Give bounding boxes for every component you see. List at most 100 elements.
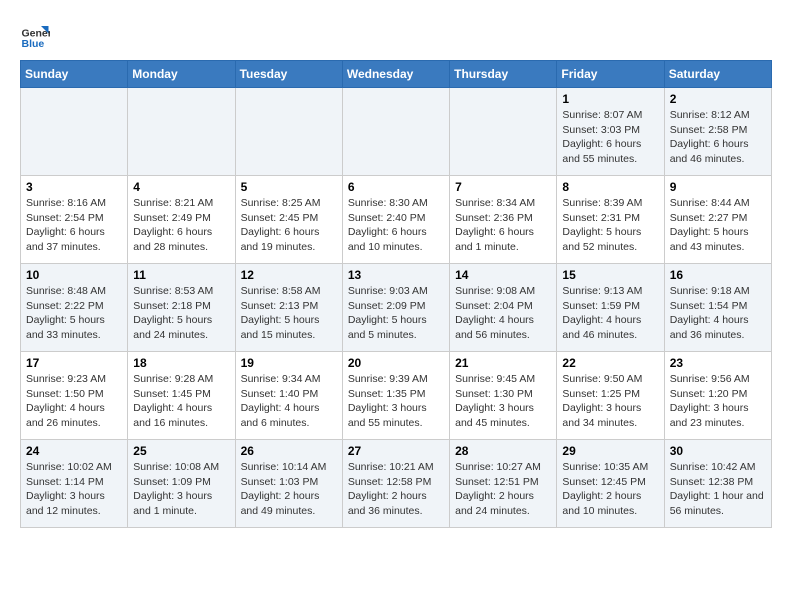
day-number: 13 bbox=[348, 268, 444, 282]
day-number: 8 bbox=[562, 180, 658, 194]
weekday-header: Thursday bbox=[450, 61, 557, 88]
weekday-header: Friday bbox=[557, 61, 664, 88]
calendar-cell: 6Sunrise: 8:30 AM Sunset: 2:40 PM Daylig… bbox=[342, 176, 449, 264]
calendar-cell: 24 Sunrise: 10:02 AM Sunset: 1:14 PM Dayl… bbox=[21, 440, 128, 528]
calendar-cell: 2 Sunrise: 8:12 AM Sunset: 2:58 PM Daylig… bbox=[664, 88, 771, 176]
calendar-cell: 21Sunrise: 9:45 AM Sunset: 1:30 PM Dayli… bbox=[450, 352, 557, 440]
day-info: Sunrise: 8:12 AM Sunset: 2:58 PM Dayligh… bbox=[670, 108, 766, 167]
calendar-cell: 8Sunrise: 8:39 AM Sunset: 2:31 PM Daylig… bbox=[557, 176, 664, 264]
day-number: 23 bbox=[670, 356, 766, 370]
logo: General Blue bbox=[20, 20, 50, 50]
day-info: Sunrise: 8:16 AM Sunset: 2:54 PM Dayligh… bbox=[26, 196, 122, 255]
day-info: Sunrise: 8:44 AM Sunset: 2:27 PM Dayligh… bbox=[670, 196, 766, 255]
calendar-cell bbox=[342, 88, 449, 176]
day-info: Sunrise: 9:23 AM Sunset: 1:50 PM Dayligh… bbox=[26, 372, 122, 431]
day-info: Sunrise: 10:02 AM Sunset: 1:14 PM Daylig… bbox=[26, 460, 122, 519]
day-info: Sunrise: 9:56 AM Sunset: 1:20 PM Dayligh… bbox=[670, 372, 766, 431]
day-number: 5 bbox=[241, 180, 337, 194]
day-info: Sunrise: 10:27 AM Sunset: 12:51 PM Dayli… bbox=[455, 460, 551, 519]
day-number: 26 bbox=[241, 444, 337, 458]
calendar-cell: 25Sunrise: 10:08 AM Sunset: 1:09 PM Dayl… bbox=[128, 440, 235, 528]
calendar-header: SundayMondayTuesdayWednesdayThursdayFrid… bbox=[21, 61, 772, 88]
day-info: Sunrise: 9:50 AM Sunset: 1:25 PM Dayligh… bbox=[562, 372, 658, 431]
calendar-week-row: 17 Sunrise: 9:23 AM Sunset: 1:50 PM Dayli… bbox=[21, 352, 772, 440]
calendar-week-row: 24 Sunrise: 10:02 AM Sunset: 1:14 PM Dayl… bbox=[21, 440, 772, 528]
page-header: General Blue bbox=[20, 20, 772, 50]
calendar-cell: 26 Sunrise: 10:14 AM Sunset: 1:03 PM Dayl… bbox=[235, 440, 342, 528]
day-info: Sunrise: 8:07 AM Sunset: 3:03 PM Dayligh… bbox=[562, 108, 658, 167]
calendar-cell: 15Sunrise: 9:13 AM Sunset: 1:59 PM Dayli… bbox=[557, 264, 664, 352]
day-info: Sunrise: 10:21 AM Sunset: 12:58 PM Dayli… bbox=[348, 460, 444, 519]
calendar-cell: 20Sunrise: 9:39 AM Sunset: 1:35 PM Dayli… bbox=[342, 352, 449, 440]
day-info: Sunrise: 10:35 AM Sunset: 12:45 PM Dayli… bbox=[562, 460, 658, 519]
day-number: 28 bbox=[455, 444, 551, 458]
calendar-body: 1 Sunrise: 8:07 AM Sunset: 3:03 PM Daylig… bbox=[21, 88, 772, 528]
day-number: 4 bbox=[133, 180, 229, 194]
calendar-week-row: 10Sunrise: 8:48 AM Sunset: 2:22 PM Dayli… bbox=[21, 264, 772, 352]
day-number: 25 bbox=[133, 444, 229, 458]
weekday-header: Sunday bbox=[21, 61, 128, 88]
calendar-cell: 23 Sunrise: 9:56 AM Sunset: 1:20 PM Dayli… bbox=[664, 352, 771, 440]
day-number: 29 bbox=[562, 444, 658, 458]
calendar-cell: 7 Sunrise: 8:34 AM Sunset: 2:36 PM Daylig… bbox=[450, 176, 557, 264]
calendar-cell: 29 Sunrise: 10:35 AM Sunset: 12:45 PM Day… bbox=[557, 440, 664, 528]
calendar-cell: 1 Sunrise: 8:07 AM Sunset: 3:03 PM Daylig… bbox=[557, 88, 664, 176]
weekday-header: Wednesday bbox=[342, 61, 449, 88]
day-info: Sunrise: 9:13 AM Sunset: 1:59 PM Dayligh… bbox=[562, 284, 658, 343]
day-number: 9 bbox=[670, 180, 766, 194]
day-number: 14 bbox=[455, 268, 551, 282]
day-info: Sunrise: 10:42 AM Sunset: 12:38 PM Dayli… bbox=[670, 460, 766, 519]
day-number: 19 bbox=[241, 356, 337, 370]
calendar-cell: 4 Sunrise: 8:21 AM Sunset: 2:49 PM Daylig… bbox=[128, 176, 235, 264]
calendar-cell: 5 Sunrise: 8:25 AM Sunset: 2:45 PM Daylig… bbox=[235, 176, 342, 264]
day-number: 22 bbox=[562, 356, 658, 370]
calendar-cell bbox=[450, 88, 557, 176]
calendar-week-row: 3 Sunrise: 8:16 AM Sunset: 2:54 PM Daylig… bbox=[21, 176, 772, 264]
day-info: Sunrise: 8:53 AM Sunset: 2:18 PM Dayligh… bbox=[133, 284, 229, 343]
calendar-cell: 16Sunrise: 9:18 AM Sunset: 1:54 PM Dayli… bbox=[664, 264, 771, 352]
calendar-cell: 19 Sunrise: 9:34 AM Sunset: 1:40 PM Dayli… bbox=[235, 352, 342, 440]
calendar-table: SundayMondayTuesdayWednesdayThursdayFrid… bbox=[20, 60, 772, 528]
calendar-cell: 18 Sunrise: 9:28 AM Sunset: 1:45 PM Dayli… bbox=[128, 352, 235, 440]
logo-icon: General Blue bbox=[20, 20, 50, 50]
calendar-cell bbox=[235, 88, 342, 176]
day-number: 2 bbox=[670, 92, 766, 106]
calendar-cell: 13 Sunrise: 9:03 AM Sunset: 2:09 PM Dayli… bbox=[342, 264, 449, 352]
day-info: Sunrise: 8:25 AM Sunset: 2:45 PM Dayligh… bbox=[241, 196, 337, 255]
day-number: 24 bbox=[26, 444, 122, 458]
calendar-cell: 11Sunrise: 8:53 AM Sunset: 2:18 PM Dayli… bbox=[128, 264, 235, 352]
day-number: 18 bbox=[133, 356, 229, 370]
calendar-cell: 10Sunrise: 8:48 AM Sunset: 2:22 PM Dayli… bbox=[21, 264, 128, 352]
calendar-cell bbox=[128, 88, 235, 176]
day-info: Sunrise: 8:21 AM Sunset: 2:49 PM Dayligh… bbox=[133, 196, 229, 255]
day-number: 7 bbox=[455, 180, 551, 194]
svg-text:Blue: Blue bbox=[22, 38, 45, 50]
calendar-cell bbox=[21, 88, 128, 176]
day-number: 17 bbox=[26, 356, 122, 370]
day-info: Sunrise: 9:34 AM Sunset: 1:40 PM Dayligh… bbox=[241, 372, 337, 431]
day-number: 10 bbox=[26, 268, 122, 282]
day-info: Sunrise: 9:03 AM Sunset: 2:09 PM Dayligh… bbox=[348, 284, 444, 343]
day-info: Sunrise: 8:58 AM Sunset: 2:13 PM Dayligh… bbox=[241, 284, 337, 343]
day-number: 16 bbox=[670, 268, 766, 282]
day-info: Sunrise: 9:08 AM Sunset: 2:04 PM Dayligh… bbox=[455, 284, 551, 343]
day-number: 3 bbox=[26, 180, 122, 194]
calendar-cell: 30 Sunrise: 10:42 AM Sunset: 12:38 PM Day… bbox=[664, 440, 771, 528]
day-info: Sunrise: 10:14 AM Sunset: 1:03 PM Daylig… bbox=[241, 460, 337, 519]
calendar-cell: 17 Sunrise: 9:23 AM Sunset: 1:50 PM Dayli… bbox=[21, 352, 128, 440]
calendar-cell: 22 Sunrise: 9:50 AM Sunset: 1:25 PM Dayli… bbox=[557, 352, 664, 440]
day-number: 30 bbox=[670, 444, 766, 458]
calendar-cell: 12 Sunrise: 8:58 AM Sunset: 2:13 PM Dayli… bbox=[235, 264, 342, 352]
calendar-cell: 27 Sunrise: 10:21 AM Sunset: 12:58 PM Day… bbox=[342, 440, 449, 528]
day-number: 6 bbox=[348, 180, 444, 194]
day-number: 21 bbox=[455, 356, 551, 370]
weekday-header: Saturday bbox=[664, 61, 771, 88]
day-info: Sunrise: 9:28 AM Sunset: 1:45 PM Dayligh… bbox=[133, 372, 229, 431]
day-info: Sunrise: 8:34 AM Sunset: 2:36 PM Dayligh… bbox=[455, 196, 551, 255]
day-number: 27 bbox=[348, 444, 444, 458]
calendar-cell: 3 Sunrise: 8:16 AM Sunset: 2:54 PM Daylig… bbox=[21, 176, 128, 264]
calendar-cell: 28 Sunrise: 10:27 AM Sunset: 12:51 PM Day… bbox=[450, 440, 557, 528]
day-number: 1 bbox=[562, 92, 658, 106]
weekday-header: Monday bbox=[128, 61, 235, 88]
day-number: 12 bbox=[241, 268, 337, 282]
